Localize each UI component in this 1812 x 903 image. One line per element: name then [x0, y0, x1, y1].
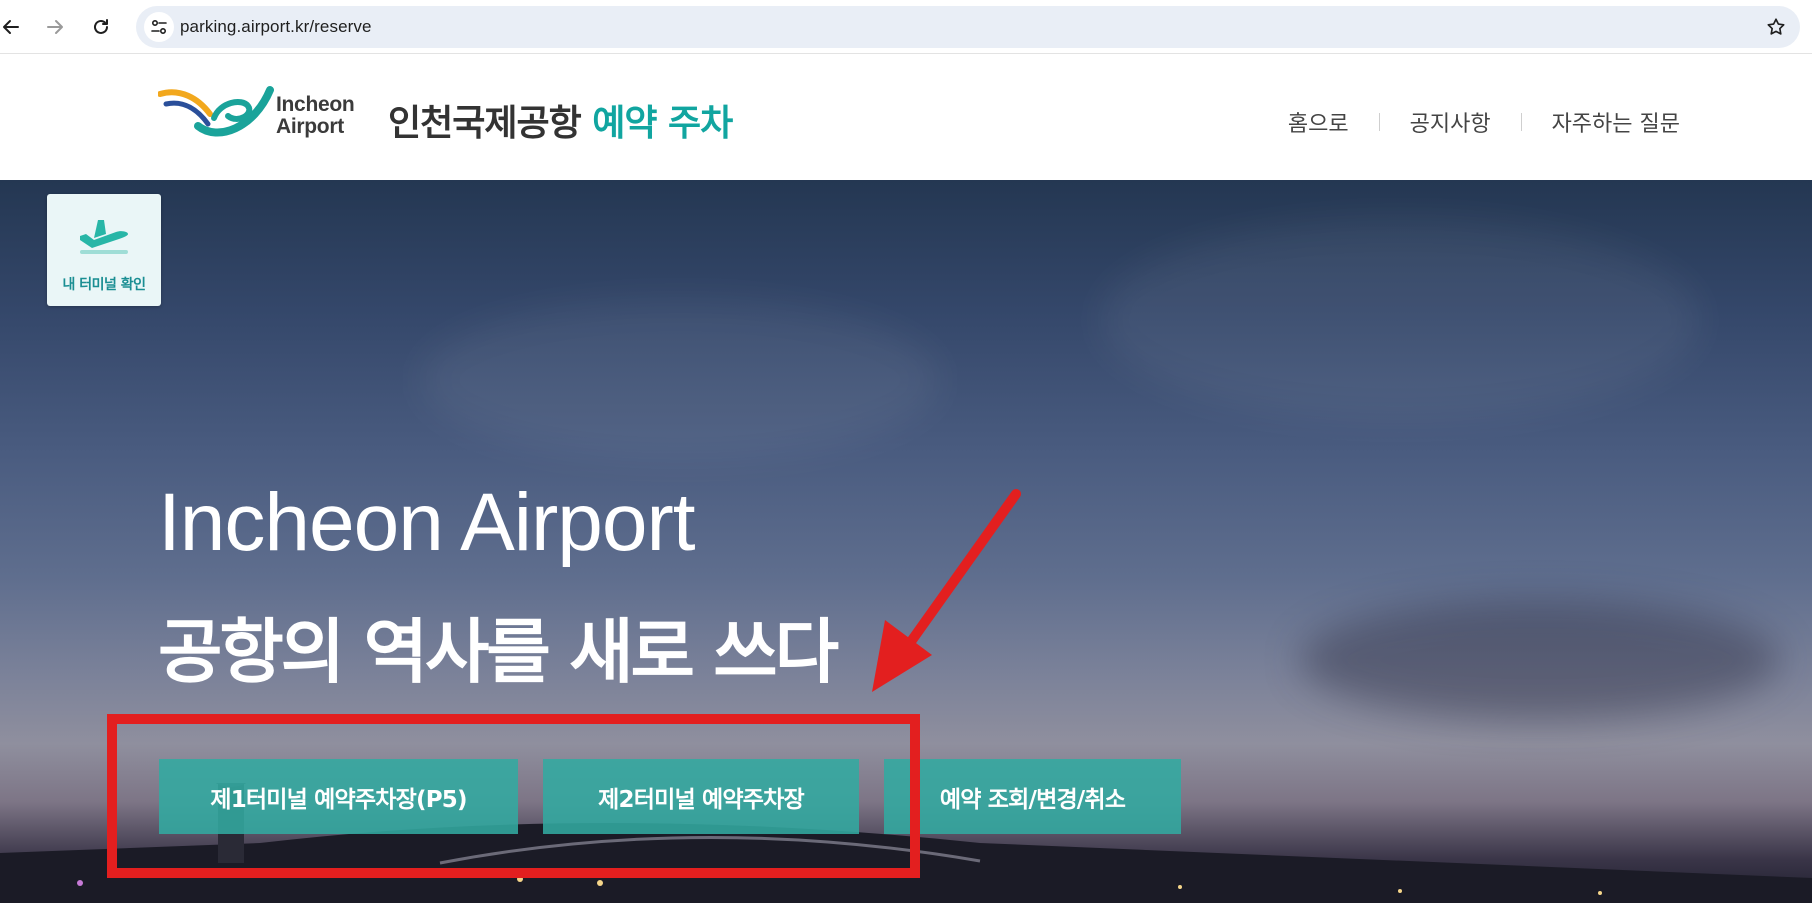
cloud — [1300, 600, 1780, 720]
terminal1-reservation-button[interactable]: 제1터미널 예약주차장(P5) — [159, 759, 518, 834]
logo-line-1: Incheon — [276, 93, 355, 116]
address-bar[interactable]: parking.airport.kr/reserve — [136, 6, 1800, 48]
nav-divider — [1378, 113, 1380, 131]
hero-section: 내 터미널 확인 Incheon Airport 공항의 역사를 새로 쓰다 제… — [0, 180, 1812, 903]
site-title[interactable]: 인천국제공항 예약 주차 — [388, 94, 733, 146]
site-info-button[interactable] — [144, 12, 174, 42]
hero-headline-ko: 공항의 역사를 새로 쓰다 — [158, 611, 839, 693]
browser-toolbar: parking.airport.kr/reserve — [0, 0, 1812, 54]
site-header: Incheon Airport 인천국제공항 예약 주차 홈으로 공지사항 자주… — [0, 54, 1812, 180]
forward-button[interactable] — [38, 10, 72, 44]
nav-home[interactable]: 홈으로 — [1288, 106, 1349, 138]
url-text[interactable]: parking.airport.kr/reserve — [180, 17, 372, 37]
nav-divider — [1520, 113, 1522, 131]
main-nav: 홈으로 공지사항 자주하는 질문 — [1288, 106, 1680, 138]
cloud — [1100, 220, 1700, 420]
reload-icon — [94, 19, 108, 34]
site-info-icon — [151, 19, 167, 35]
terminal2-reservation-button[interactable]: 제2터미널 예약주차장 — [543, 759, 859, 834]
hero-headline-en: Incheon Airport — [158, 477, 696, 568]
my-terminal-check-button[interactable]: 내 터미널 확인 — [47, 194, 161, 306]
reservation-lookup-button[interactable]: 예약 조회/변경/취소 — [884, 759, 1181, 834]
back-button[interactable] — [0, 10, 28, 44]
nav-faq[interactable]: 자주하는 질문 — [1552, 106, 1680, 138]
site-title-main: 인천국제공항 — [388, 103, 582, 144]
nav-notices[interactable]: 공지사항 — [1410, 106, 1491, 138]
site-title-accent: 예약 주차 — [592, 103, 733, 144]
bookmark-button[interactable] — [1764, 15, 1788, 39]
cloud — [420, 300, 940, 460]
airplane-departure-icon — [80, 220, 128, 254]
reload-button[interactable] — [84, 10, 118, 44]
logo-line-2: Airport — [276, 115, 344, 138]
airport-logo-icon — [157, 86, 274, 137]
my-terminal-check-label: 내 터미널 확인 — [62, 277, 146, 293]
bookmark-star-icon — [1767, 18, 1785, 35]
forward-icon — [47, 20, 63, 34]
logo-wordmark: Incheon Airport — [276, 93, 355, 138]
back-icon — [3, 20, 19, 34]
incheon-airport-logo[interactable]: Incheon Airport — [157, 84, 368, 146]
